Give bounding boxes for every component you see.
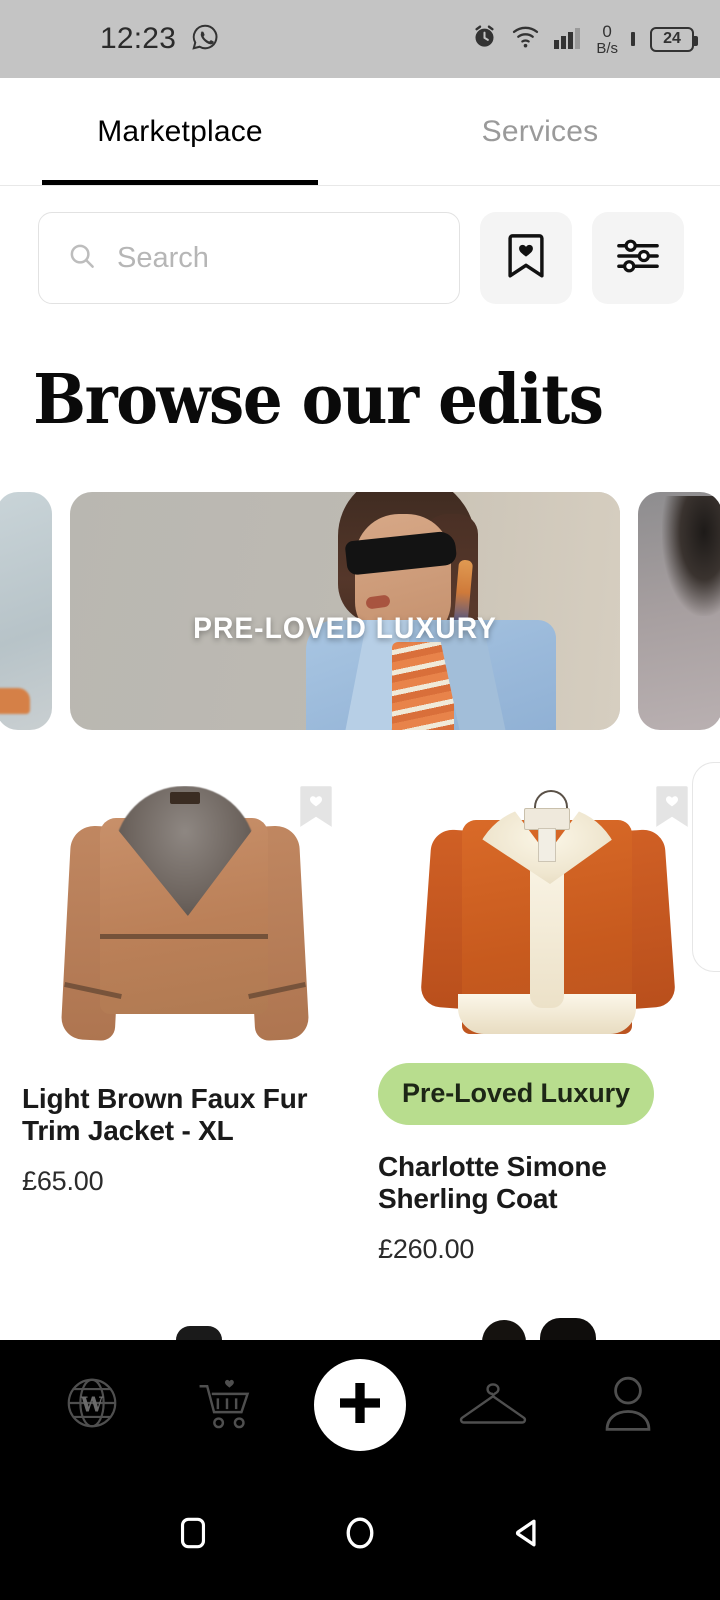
edit-card-peek-right[interactable] — [638, 492, 720, 730]
bottom-navigation-bar: W — [0, 1340, 720, 1470]
battery-icon: 24 — [650, 26, 698, 52]
circle-icon — [342, 1515, 378, 1556]
save-product-button[interactable] — [652, 784, 692, 835]
edit-card-photo — [70, 492, 620, 730]
filter-button[interactable] — [592, 212, 684, 304]
status-bar-right: 0 B/s 24 — [471, 23, 698, 56]
svg-text:W: W — [79, 1392, 103, 1416]
wifi-icon — [511, 23, 540, 55]
bookmark-heart-icon — [505, 232, 547, 285]
network-speed-indicator: 0 B/s — [596, 23, 618, 56]
edit-card-peek-right-art — [662, 496, 720, 616]
tab-marketplace[interactable]: Marketplace — [0, 78, 360, 185]
product-card[interactable]: Pre-Loved Luxury Charlotte Simone Sherli… — [378, 762, 716, 1265]
tab-services[interactable]: Services — [360, 78, 720, 185]
nav-wardrobe[interactable] — [445, 1357, 541, 1453]
nav-profile[interactable] — [580, 1357, 676, 1453]
status-time: 12:23 — [100, 22, 177, 55]
tab-services-label: Services — [481, 114, 599, 148]
triangle-back-icon — [509, 1515, 545, 1556]
edit-card-peek-left[interactable] — [0, 492, 52, 730]
product-image-art — [58, 774, 310, 1046]
product-image[interactable] — [378, 762, 716, 1057]
search-row: Search — [0, 186, 720, 304]
alarm-icon — [471, 23, 498, 55]
network-speed-unit: B/s — [596, 39, 618, 57]
network-speed-value: 0 — [602, 21, 612, 41]
search-icon — [67, 241, 97, 276]
status-bar-left: 12:23 — [100, 22, 220, 57]
back-button[interactable] — [487, 1495, 567, 1575]
whatsapp-icon — [190, 22, 220, 57]
product-price: £65.00 — [22, 1166, 104, 1197]
cart-heart-icon — [195, 1372, 259, 1439]
status-bar: 12:23 0 B/s 24 — [0, 0, 720, 78]
edit-card-label: PRE-LOVED LUXURY — [193, 612, 497, 645]
product-image-art — [419, 782, 677, 1052]
nav-cart[interactable] — [179, 1357, 275, 1453]
home-button[interactable] — [320, 1495, 400, 1575]
saved-items-button[interactable] — [480, 212, 572, 304]
hanger-icon — [457, 1374, 529, 1437]
product-card-peek[interactable] — [692, 762, 720, 972]
page-title: Browse our edits — [33, 360, 604, 440]
app-screen: 12:23 0 B/s 24 Marketplace Services Sear… — [0, 0, 720, 1600]
save-product-button[interactable] — [296, 784, 336, 835]
edit-card-pre-loved-luxury[interactable]: PRE-LOVED LUXURY — [70, 492, 620, 730]
person-icon — [599, 1372, 657, 1439]
tab-marketplace-label: Marketplace — [97, 114, 263, 148]
battery-level-label: 24 — [663, 30, 681, 47]
nav-add[interactable] — [313, 1359, 406, 1451]
product-card[interactable]: Light Brown Faux Fur Trim Jacket - XL £6… — [22, 762, 360, 1265]
product-title: Light Brown Faux Fur Trim Jacket - XL — [22, 1083, 308, 1146]
recents-button[interactable] — [153, 1495, 233, 1575]
globe-w-icon: W — [61, 1372, 123, 1439]
nav-discover[interactable]: W — [44, 1357, 140, 1453]
plus-icon — [335, 1378, 385, 1433]
product-image[interactable] — [22, 762, 360, 1057]
cellular-signal-icon — [553, 23, 583, 55]
product-price: £260.00 — [378, 1234, 475, 1265]
battery-charge-tick — [631, 32, 635, 46]
top-tab-bar: Marketplace Services — [0, 78, 720, 186]
search-placeholder: Search — [117, 241, 209, 274]
edits-carousel[interactable]: PRE-LOVED LUXURY — [0, 488, 720, 734]
square-icon — [176, 1516, 210, 1555]
status-badge: Pre-Loved Luxury — [378, 1063, 654, 1125]
android-navigation-bar — [0, 1470, 720, 1600]
filter-sliders-icon — [616, 236, 660, 281]
product-title: Charlotte Simone Sherling Coat — [378, 1151, 607, 1214]
product-grid: Light Brown Faux Fur Trim Jacket - XL £6… — [0, 734, 720, 1265]
edit-card-peek-left-art — [0, 688, 30, 714]
search-input[interactable]: Search — [38, 212, 460, 304]
